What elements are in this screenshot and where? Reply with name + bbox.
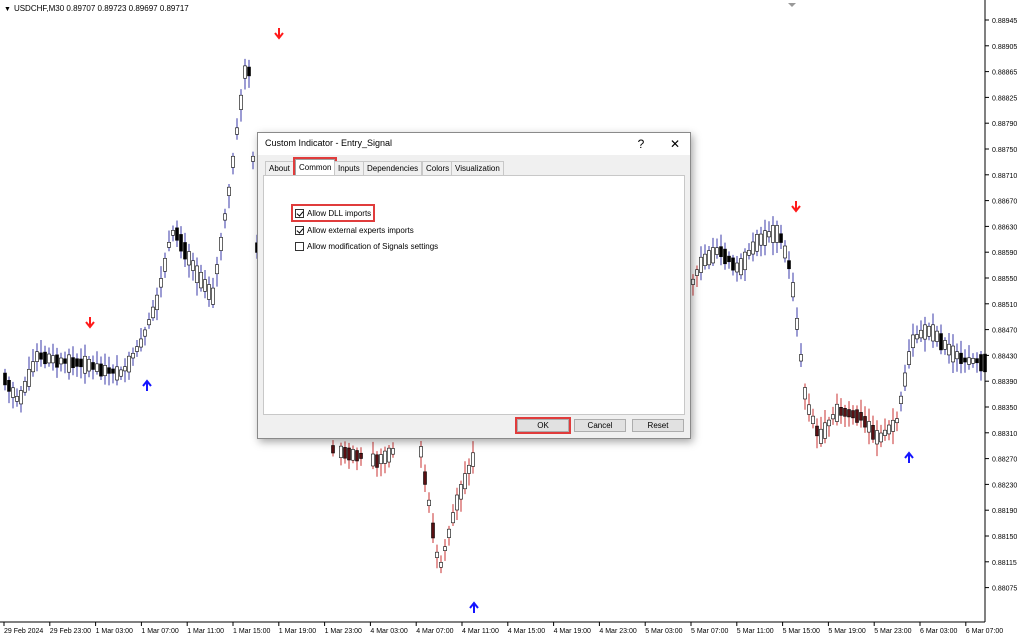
tab-visualization[interactable]: Visualization — [451, 161, 504, 175]
price-tick-label: 0.88390 — [992, 379, 1017, 386]
price-tick-label: 0.88510 — [992, 302, 1017, 309]
price-tick-label: 0.88470 — [992, 328, 1017, 335]
dropdown-triangle-icon[interactable]: ▼ — [4, 6, 11, 13]
price-tick-label: 0.88825 — [992, 95, 1017, 102]
allow-external-experts-checkbox[interactable] — [295, 225, 304, 235]
time-tick-label: 4 Mar 19:00 — [554, 628, 591, 635]
time-tick-label: 5 Mar 07:00 — [691, 628, 728, 635]
dialog-title: Custom Indicator - Entry_Signal — [265, 138, 393, 148]
time-tick-label: 29 Feb 23:00 — [50, 628, 91, 635]
price-tick-label: 0.88750 — [992, 147, 1017, 154]
time-tick-label: 1 Mar 11:00 — [187, 628, 224, 635]
time-tick-label: 4 Mar 03:00 — [370, 628, 407, 635]
tab-about[interactable]: About — [265, 161, 294, 175]
tab-common[interactable]: Common — [292, 157, 338, 177]
allow-dll-imports-option[interactable]: Allow DLL imports — [290, 204, 376, 222]
time-tick-label: 1 Mar 19:00 — [279, 628, 316, 635]
time-tick-label: 1 Mar 15:00 — [233, 628, 270, 635]
time-tick-label: 6 Mar 07:00 — [966, 628, 1003, 635]
cancel-button[interactable]: Cancel — [574, 419, 626, 432]
allow-signals-modification-checkbox[interactable] — [295, 241, 304, 251]
price-tick-label: 0.88430 — [992, 353, 1017, 360]
tab-inputs[interactable]: Inputs — [334, 161, 364, 175]
time-tick-label: 6 Mar 03:00 — [920, 628, 957, 635]
price-tick-label: 0.88550 — [992, 276, 1017, 283]
time-tick-label: 5 Mar 23:00 — [874, 628, 911, 635]
price-tick-label: 0.88865 — [992, 70, 1017, 77]
price-tick-label: 0.88630 — [992, 224, 1017, 231]
tab-dependencies[interactable]: Dependencies — [363, 161, 423, 175]
price-tick-label: 0.88945 — [992, 18, 1017, 25]
time-tick-label: 5 Mar 11:00 — [737, 628, 774, 635]
allow-dll-imports-checkbox[interactable] — [295, 208, 304, 218]
price-tick-label: 0.88230 — [992, 482, 1017, 489]
price-tick-label: 0.88905 — [992, 44, 1017, 51]
custom-indicator-dialog: Custom Indicator - Entry_Signal ? ✕ Abou… — [257, 132, 691, 439]
time-tick-label: 4 Mar 07:00 — [416, 628, 453, 635]
price-tick-label: 0.88075 — [992, 586, 1017, 593]
time-tick-label: 4 Mar 23:00 — [599, 628, 636, 635]
time-tick-label: 4 Mar 11:00 — [462, 628, 499, 635]
price-tick-label: 0.88710 — [992, 173, 1017, 180]
close-button[interactable]: ✕ — [660, 133, 690, 155]
time-tick-label: 1 Mar 03:00 — [96, 628, 133, 635]
reset-button[interactable]: Reset — [632, 419, 684, 432]
time-tick-label: 5 Mar 03:00 — [645, 628, 682, 635]
price-tick-label: 0.88670 — [992, 199, 1017, 206]
tab-colors[interactable]: Colors — [422, 161, 454, 175]
price-tick-label: 0.88150 — [992, 534, 1017, 541]
price-tick-label: 0.88590 — [992, 250, 1017, 257]
time-tick-label: 5 Mar 19:00 — [828, 628, 865, 635]
time-tick-label: 1 Mar 23:00 — [325, 628, 362, 635]
price-tick-label: 0.88270 — [992, 457, 1017, 464]
time-tick-label: 29 Feb 2024 — [4, 628, 43, 635]
price-tick-label: 0.88310 — [992, 431, 1017, 438]
ok-button[interactable]: OK — [515, 417, 571, 434]
time-tick-label: 5 Mar 15:00 — [783, 628, 820, 635]
allow-external-experts-option[interactable]: Allow external experts imports — [293, 223, 416, 237]
dialog-titlebar[interactable]: Custom Indicator - Entry_Signal ? ✕ — [258, 133, 690, 155]
price-tick-label: 0.88350 — [992, 405, 1017, 412]
time-tick-label: 4 Mar 15:00 — [508, 628, 545, 635]
price-tick-label: 0.88115 — [992, 560, 1017, 567]
symbol-label: ▼ USDCHF,M30 0.89707 0.89723 0.89697 0.89… — [4, 4, 189, 13]
time-tick-label: 1 Mar 07:00 — [141, 628, 178, 635]
help-button[interactable]: ? — [626, 133, 656, 155]
price-tick-label: 0.88190 — [992, 508, 1017, 515]
chart-shift-icon[interactable] — [788, 3, 796, 7]
allow-signals-modification-option[interactable]: Allow modification of Signals settings — [293, 239, 440, 253]
price-tick-label: 0.88790 — [992, 121, 1017, 128]
